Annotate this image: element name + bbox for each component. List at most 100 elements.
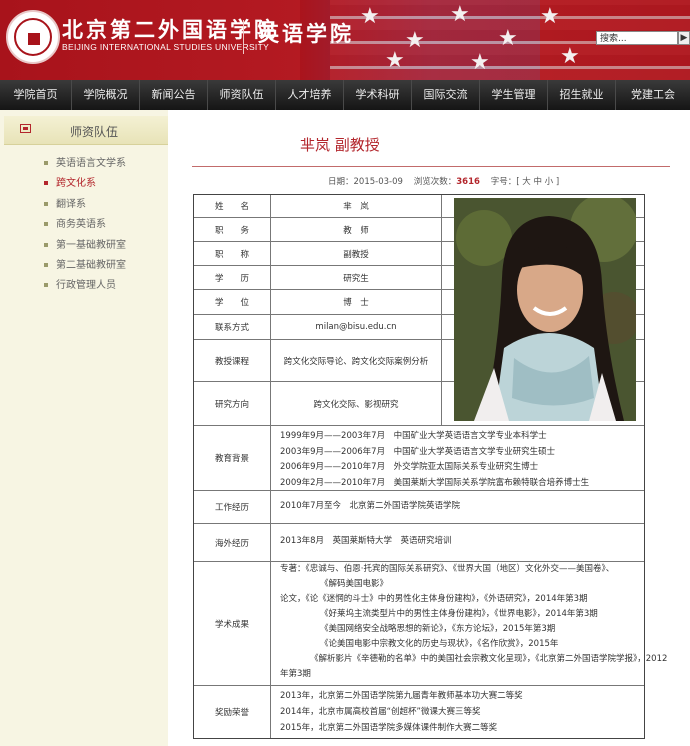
education-item: 2009年2月——2010年7月 美国莱斯大学国际关系学院富布赖特联合培养博士生 xyxy=(280,477,590,488)
article-date: 2015-03-09 xyxy=(353,177,403,187)
star-icon: ★ xyxy=(405,28,425,53)
star-icon: ★ xyxy=(450,2,470,27)
search-input[interactable]: 搜索... xyxy=(596,31,678,45)
sidebar-item-english-literature[interactable]: 英语语言文学系 xyxy=(44,154,126,174)
nav-research[interactable]: 学术科研 xyxy=(344,80,412,110)
nav-students[interactable]: 学生管理 xyxy=(480,80,548,110)
education-item: 2003年9月——2006年7月 中国矿业大学英语语言文学专业研究生硕士 xyxy=(280,446,556,457)
site-header: ★ ★ ★ ★ ★ ★ ★ ★ 北京第二外国语学院 BEIJING INTERN… xyxy=(0,0,690,80)
sidebar-header: 师资队伍 xyxy=(4,116,168,145)
nav-admissions[interactable]: 招生就业 xyxy=(548,80,616,110)
name-value: 芈 岚 xyxy=(343,202,369,212)
star-icon: ★ xyxy=(498,26,518,51)
sidebar-item-translation[interactable]: 翻译系 xyxy=(44,195,126,215)
overseas-label: 海外经历 xyxy=(194,524,271,561)
star-icon: ★ xyxy=(360,4,380,29)
bullet-icon xyxy=(44,242,48,247)
post-value: 教 师 xyxy=(343,225,369,236)
college-name: 英语学院 xyxy=(258,21,354,46)
academic-item: 专著：《忠诚与、伯恩·托宾的国际关系研究》、《世界大国（地区）文化外交——美国卷… xyxy=(280,564,615,574)
sidebar: 师资队伍 英语语言文学系 跨文化系 翻译系 商务英语系 第一基础教研室 第二基础… xyxy=(0,110,168,746)
sidebar-list: 英语语言文学系 跨文化系 翻译系 商务英语系 第一基础教研室 第二基础教研室 行… xyxy=(44,154,126,297)
school-name-en: BEIJING INTERNATIONAL STUDIES UNIVERSITY xyxy=(62,42,270,52)
work-value: 2010年7月至今 北京第二外国语学院英语学院 xyxy=(280,501,461,511)
sidebar-item-label: 行政管理人员 xyxy=(56,280,116,292)
research-value: 跨文化交际、影视研究 xyxy=(313,399,399,410)
table-row: 学术成果 专著：《忠诚与、伯恩·托宾的国际关系研究》、《世界大国（地区）文化外交… xyxy=(194,562,668,686)
academic-label: 学术成果 xyxy=(194,562,271,685)
contact-email[interactable]: milan@bisu.edu.cn xyxy=(271,315,441,339)
table-row: 教育背景 1999年9月——2003年7月 中国矿业大学英语语言文学专业本科学士… xyxy=(194,426,644,491)
header-divider xyxy=(243,20,244,54)
nav-news[interactable]: 新闻公告 xyxy=(140,80,208,110)
award-item: 2014年，北京市属高校首届“创超杯”微课大赛三等奖 xyxy=(280,707,481,717)
sidebar-item-label: 第二基础教研室 xyxy=(56,259,126,271)
academic-item: 年第3期 xyxy=(280,669,311,679)
academic-item: 《解码美国电影》 xyxy=(320,579,389,589)
research-label: 研究方向 xyxy=(194,382,271,425)
sidebar-item-label: 商务英语系 xyxy=(56,219,106,231)
bullet-icon xyxy=(44,181,48,186)
academic-item: 《解析影片《辛德勒的名单》中的美国社会宗教文化呈现》，《北京第二外国语学院学报》… xyxy=(310,654,668,664)
sidebar-item-label: 跨文化系 xyxy=(56,178,96,190)
school-name-cn: 北京第二外国语学院 xyxy=(62,17,278,42)
sidebar-item-foundation-1[interactable]: 第一基础教研室 xyxy=(44,236,126,256)
star-icon: ★ xyxy=(470,50,490,75)
nav-home[interactable]: 学院首页 xyxy=(0,80,72,110)
table-row: 海外经历 2013年8月 英国莱斯特大学 英语研究培训 xyxy=(194,524,644,562)
bullet-icon xyxy=(44,161,48,165)
nav-party[interactable]: 党建工会 xyxy=(616,80,690,110)
academic-item: 《论美国电影中宗教文化的历史与现状》，《名作欣赏》，2015年 xyxy=(320,639,559,649)
academic-item: 论文，《论《迷惘的斗士》中的男性化主体身份建构》，《外语研究》，2014年第3期 xyxy=(280,594,588,604)
post-label: 职 务 xyxy=(194,218,271,241)
awards-list: 2013年，北京第二外国语学院第九届青年教师基本功大赛二等奖 2014年，北京市… xyxy=(280,688,640,736)
main-nav: 学院首页 学院概况 新闻公告 师资队伍 人才培养 学术科研 国际交流 学生管理 … xyxy=(0,80,690,110)
logo-ring xyxy=(14,18,52,56)
bullet-icon xyxy=(44,262,48,267)
education-list: 1999年9月——2003年7月 中国矿业大学英语语言文学专业本科学士 2003… xyxy=(280,429,640,491)
sidebar-title: 师资队伍 xyxy=(70,125,119,139)
sidebar-item-admin-staff[interactable]: 行政管理人员 xyxy=(44,276,126,296)
academic-item: 《美国网络安全战略思想的新论》，《东方论坛》，2015年第3期 xyxy=(320,624,556,634)
bullet-icon xyxy=(44,201,48,206)
overseas-value: 2013年8月 英国莱斯特大学 英语研究培训 xyxy=(280,536,452,546)
nav-exchange[interactable]: 国际交流 xyxy=(412,80,480,110)
sidebar-item-label: 英语语言文学系 xyxy=(56,158,126,169)
nav-training[interactable]: 人才培养 xyxy=(276,80,344,110)
nav-faculty[interactable]: 师资队伍 xyxy=(208,80,276,110)
sidebar-book-icon xyxy=(20,124,31,133)
education-level-value: 研究生 xyxy=(343,273,369,284)
rank-value: 副教授 xyxy=(343,249,369,260)
star-icon: ★ xyxy=(560,44,580,69)
contact-label: 联系方式 xyxy=(194,315,271,339)
school-logo[interactable] xyxy=(6,10,60,64)
sidebar-item-intercultural[interactable]: 跨文化系 xyxy=(44,174,126,194)
star-icon: ★ xyxy=(385,48,405,73)
article-meta: 日期：2015-03-09 浏览次数：3616 字号：[ 大 中 小 ] xyxy=(328,175,559,187)
degree-value: 博 士 xyxy=(343,298,369,308)
nav-overview[interactable]: 学院概况 xyxy=(72,80,140,110)
work-label: 工作经历 xyxy=(194,491,271,523)
views-label: 浏览次数： xyxy=(413,177,457,187)
education-item: 2006年9月——2010年7月 外交学院亚太国际关系专业研究生博士 xyxy=(280,462,539,472)
degree-label: 学 位 xyxy=(194,290,271,314)
bullet-icon xyxy=(44,222,48,227)
bullet-icon xyxy=(44,283,48,288)
academic-list: 专著：《忠诚与、伯恩·托宾的国际关系研究》、《世界大国（地区）文化外交——美国卷… xyxy=(280,562,668,682)
logo-book-icon xyxy=(28,33,40,45)
title-divider xyxy=(192,166,670,167)
search-button[interactable]: ▶ xyxy=(678,31,690,45)
font-size-switch[interactable]: 字号：[ 大 中 小 ] xyxy=(491,177,559,187)
courses-label: 教授课程 xyxy=(194,340,271,381)
sidebar-item-foundation-2[interactable]: 第二基础教研室 xyxy=(44,256,126,276)
name-label: 姓 名 xyxy=(194,195,271,217)
awards-label: 奖励荣誉 xyxy=(194,686,271,738)
sidebar-item-business-english[interactable]: 商务英语系 xyxy=(44,215,126,235)
date-label: 日期： xyxy=(328,177,354,187)
profile-table: 姓 名 芈 岚 职 务 教 师 职 称 副教授 学 历 研究生 学 位 博 士 … xyxy=(193,194,668,739)
education-label: 教育背景 xyxy=(194,426,271,490)
courses-value: 跨文化交际导论、跨文化交际案例分析 xyxy=(283,356,429,367)
award-item: 2015年，北京第二外国语学院多媒体课件制作大赛二等奖 xyxy=(280,723,498,733)
table-row: 奖励荣誉 2013年，北京第二外国语学院第九届青年教师基本功大赛二等奖 2014… xyxy=(194,686,644,738)
rank-label: 职 称 xyxy=(194,242,271,265)
